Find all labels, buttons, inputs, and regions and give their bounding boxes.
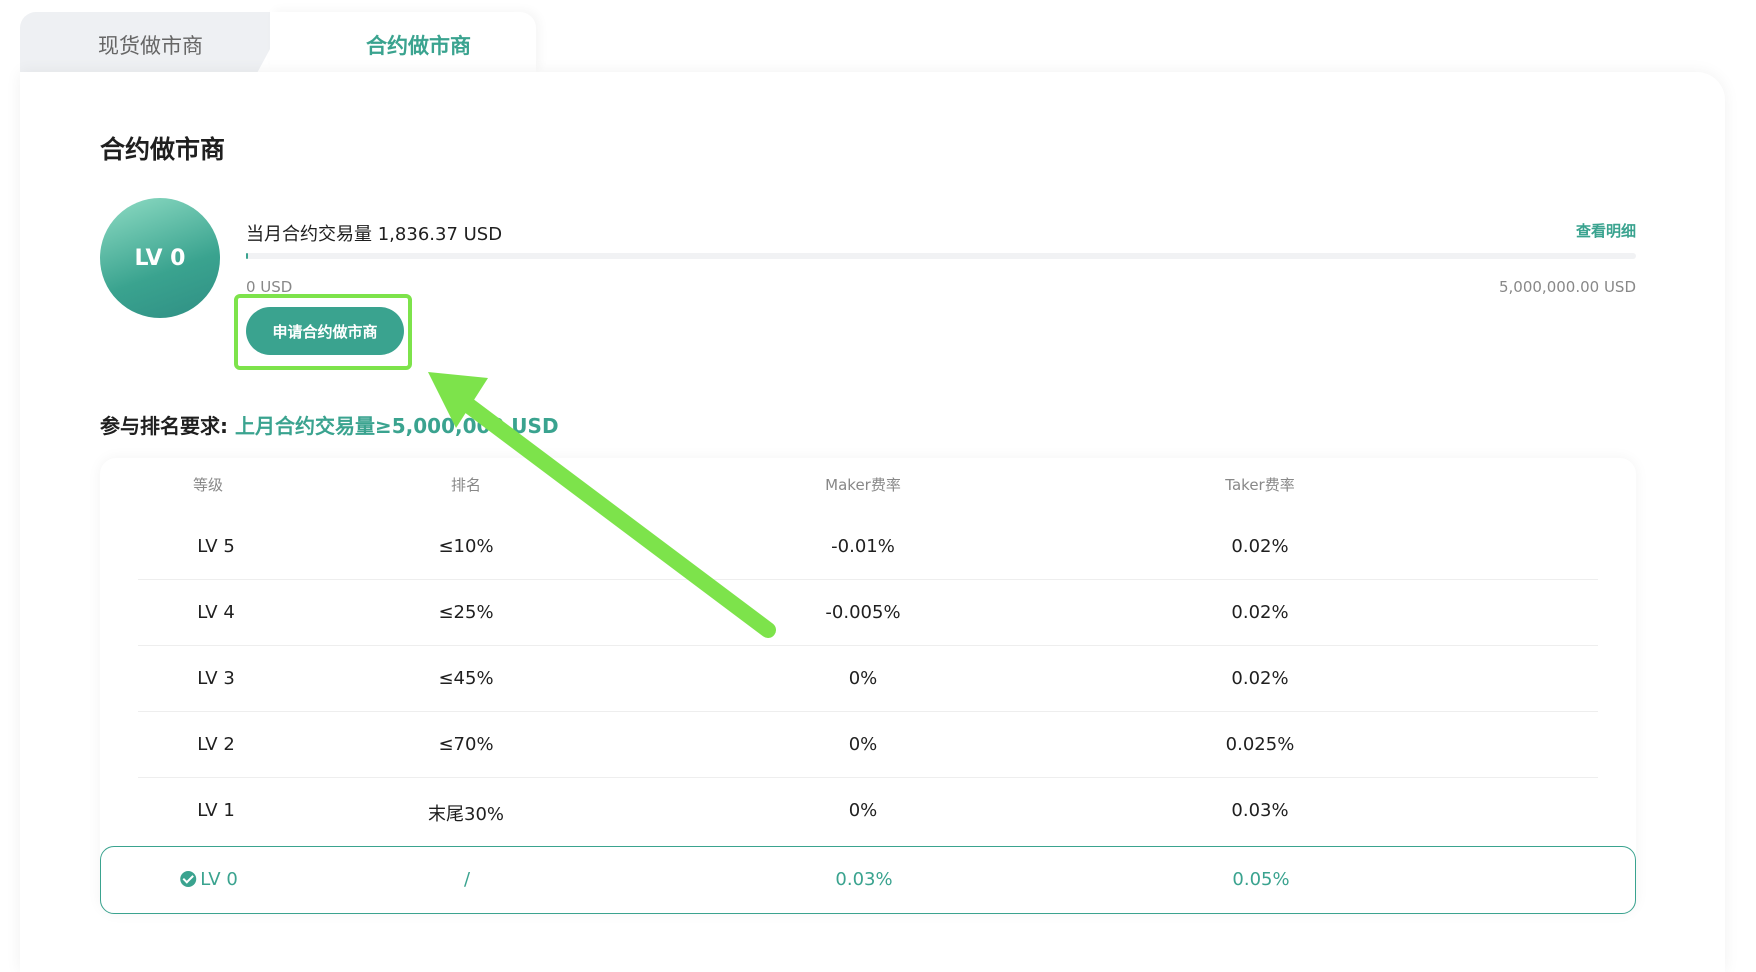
- header-taker-fee: Taker费率: [1225, 476, 1295, 494]
- current-row-level: LV 0: [180, 869, 238, 890]
- tab-contract-market-maker[interactable]: 合约做市商: [270, 12, 536, 72]
- row-level: LV 2: [197, 734, 235, 755]
- row-rank: 末尾30%: [427, 804, 505, 825]
- table-row: LV 2 ≤70% 0% 0.025%: [100, 712, 1636, 778]
- current-row-maker-fee: 0.03%: [835, 869, 893, 890]
- level-badge: LV 0: [100, 198, 220, 318]
- row-rank: ≤70%: [438, 734, 494, 755]
- row-taker-fee: 0.03%: [1231, 800, 1289, 821]
- ranking-requirement-label: 参与排名要求:: [100, 414, 228, 438]
- row-taker-fee: 0.02%: [1231, 668, 1289, 689]
- row-level: LV 4: [197, 602, 235, 623]
- fee-tier-table: 等级 排名 Maker费率 Taker费率 LV 5 ≤10% -0.01% 0…: [100, 458, 1636, 914]
- current-row-level-label: LV 0: [200, 869, 238, 890]
- header-rank: 排名: [450, 476, 482, 494]
- tab-spot-label: 现货做市商: [98, 34, 203, 58]
- view-details-link[interactable]: 查看明细: [1576, 220, 1636, 241]
- row-maker-fee: 0%: [848, 800, 878, 821]
- tab-contract-label: 合约做市商: [366, 34, 471, 58]
- row-level: LV 3: [197, 668, 235, 689]
- current-level-row: LV 0 / 0.03% 0.05%: [100, 846, 1636, 914]
- table-row: LV 4 ≤25% -0.005% 0.02%: [100, 580, 1636, 646]
- table-row: LV 1 末尾30% 0% 0.03%: [100, 778, 1636, 844]
- row-maker-fee: 0%: [848, 734, 878, 755]
- row-maker-fee: 0%: [848, 668, 878, 689]
- row-rank: ≤45%: [438, 668, 494, 689]
- monthly-volume: 当月合约交易量 1,836.37 USD: [246, 220, 502, 246]
- current-row-taker-fee: 0.05%: [1232, 869, 1290, 890]
- ranking-requirement: 参与排名要求: 上月合约交易量≥5,000,000 USD: [100, 410, 559, 439]
- level-badge-label: LV 0: [134, 245, 186, 271]
- row-level: LV 5: [197, 536, 235, 557]
- volume-progress-bar: [246, 253, 1636, 259]
- table-row: LV 3 ≤45% 0% 0.02%: [100, 646, 1636, 712]
- apply-contract-market-maker-button[interactable]: 申请合约做市商: [246, 307, 404, 355]
- monthly-volume-value: 1,836.37 USD: [377, 224, 503, 245]
- row-level: LV 1: [197, 800, 235, 821]
- volume-progress-fill: [246, 253, 249, 259]
- row-taker-fee: 0.02%: [1231, 602, 1289, 623]
- row-taker-fee: 0.02%: [1231, 536, 1289, 557]
- row-taker-fee: 0.025%: [1225, 734, 1295, 755]
- page-title: 合约做市商: [100, 135, 226, 164]
- table-header: 等级 排名 Maker费率 Taker费率: [100, 458, 1636, 508]
- check-circle-icon: [180, 871, 197, 887]
- monthly-volume-label: 当月合约交易量: [246, 224, 372, 245]
- row-rank: ≤10%: [438, 536, 494, 557]
- progress-max-label: 5,000,000.00 USD: [1498, 278, 1636, 296]
- table-row: LV 5 ≤10% -0.01% 0.02%: [100, 514, 1636, 580]
- header-maker-fee: Maker费率: [825, 476, 901, 494]
- tab-spot-market-maker[interactable]: 现货做市商: [20, 12, 290, 72]
- row-maker-fee: -0.01%: [831, 536, 895, 557]
- header-level: 等级: [192, 476, 224, 494]
- current-row-rank: /: [463, 869, 471, 890]
- row-rank: ≤25%: [438, 602, 494, 623]
- row-maker-fee: -0.005%: [825, 602, 901, 623]
- ranking-requirement-value: 上月合约交易量≥5,000,000 USD: [234, 414, 559, 438]
- tab-bar: 现货做市商 合约做市商: [20, 12, 536, 72]
